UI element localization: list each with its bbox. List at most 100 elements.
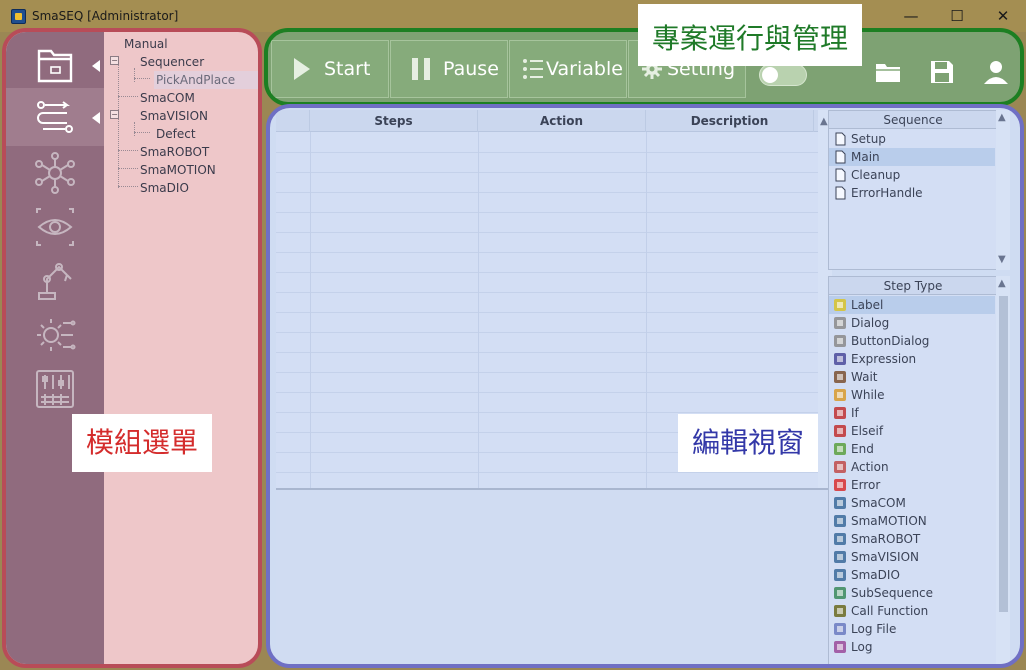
tree-item-defect[interactable]: Defect bbox=[156, 125, 196, 143]
scroll-up-icon[interactable]: ▲ bbox=[998, 112, 1006, 123]
sequence-item[interactable]: Main bbox=[829, 148, 995, 166]
step-type-label: Dialog bbox=[851, 316, 890, 330]
pause-button[interactable]: Pause bbox=[390, 40, 508, 98]
step-type-label: SmaCOM bbox=[851, 496, 906, 510]
step-type-item[interactable]: Dialog bbox=[829, 314, 995, 332]
grid-row-line bbox=[276, 252, 824, 253]
step-type-icon bbox=[834, 317, 846, 329]
rail-item-sequencer[interactable] bbox=[6, 88, 104, 146]
tree-item-smadio[interactable]: SmaDIO bbox=[140, 179, 189, 197]
step-type-item[interactable]: Elseif bbox=[829, 422, 995, 440]
rail-item-dio[interactable] bbox=[6, 360, 104, 418]
tree-collapse-icon[interactable]: − bbox=[110, 56, 119, 65]
step-type-icon bbox=[834, 497, 846, 509]
step-type-item[interactable]: ButtonDialog bbox=[829, 332, 995, 350]
step-type-icon bbox=[834, 443, 846, 455]
tree-item-smavision[interactable]: SmaVISION bbox=[140, 107, 208, 125]
grid-row-line bbox=[276, 212, 824, 213]
step-type-item[interactable]: While bbox=[829, 386, 995, 404]
tree-item-sequencer[interactable]: Sequencer bbox=[140, 53, 204, 71]
step-type-item[interactable]: SubSequence bbox=[829, 584, 995, 602]
sequence-item[interactable]: ErrorHandle bbox=[829, 184, 995, 202]
tree-connector bbox=[134, 68, 135, 82]
rail-item-communication[interactable] bbox=[6, 144, 104, 202]
step-type-item[interactable]: SmaDIO bbox=[829, 566, 995, 584]
step-type-icon bbox=[834, 515, 846, 527]
step-type-icon bbox=[834, 587, 846, 599]
scroll-up-icon[interactable]: ▲ bbox=[820, 116, 828, 127]
sequence-item[interactable]: Cleanup bbox=[829, 166, 995, 184]
sequence-item[interactable]: Setup bbox=[829, 130, 995, 148]
step-type-label: Elseif bbox=[851, 424, 884, 438]
start-button[interactable]: Start bbox=[271, 40, 389, 98]
step-type-label: SmaDIO bbox=[851, 568, 900, 582]
tree-item-smarobot[interactable]: SmaROBOT bbox=[140, 143, 209, 161]
step-type-item[interactable]: End bbox=[829, 440, 995, 458]
sequence-item-label: ErrorHandle bbox=[851, 186, 923, 200]
grid-row-line bbox=[276, 332, 824, 333]
scroll-down-icon[interactable]: ▼ bbox=[998, 254, 1006, 265]
step-type-item[interactable]: Action bbox=[829, 458, 995, 476]
rail-item-project[interactable] bbox=[6, 36, 104, 94]
step-type-label: Expression bbox=[851, 352, 917, 366]
header-annotation-label: 專案運行與管理 bbox=[638, 4, 863, 66]
column-steps[interactable]: Steps bbox=[310, 110, 478, 132]
scroll-thumb[interactable] bbox=[999, 296, 1008, 612]
grid-row-line bbox=[276, 172, 824, 173]
sequence-scrollbar[interactable]: ▲ ▼ bbox=[996, 110, 1010, 270]
tree-connector bbox=[118, 150, 138, 151]
sidebar-annotation-label: 模組選單 bbox=[72, 414, 213, 472]
step-type-icon bbox=[834, 389, 846, 401]
tree-item-smacom[interactable]: SmaCOM bbox=[140, 89, 195, 107]
sequence-item-label: Main bbox=[851, 150, 880, 164]
step-type-item[interactable]: If bbox=[829, 404, 995, 422]
tree-connector bbox=[118, 96, 138, 97]
column-action[interactable]: Action bbox=[478, 110, 646, 132]
scroll-up-icon[interactable]: ▲ bbox=[998, 278, 1006, 289]
sequence-list: Sequence Setup Main Cleanup ErrorHandle bbox=[828, 110, 998, 270]
variable-button[interactable]: Variable bbox=[509, 40, 627, 98]
rail-item-robot[interactable] bbox=[6, 252, 104, 310]
step-type-item[interactable]: SmaMOTION bbox=[829, 512, 995, 530]
grid-row-line bbox=[276, 372, 824, 373]
step-type-item[interactable]: Wait bbox=[829, 368, 995, 386]
step-type-item[interactable]: Label bbox=[829, 296, 995, 314]
step-type-item[interactable]: Call Function bbox=[829, 602, 995, 620]
rail-item-motion[interactable] bbox=[6, 306, 104, 364]
step-type-label: Action bbox=[851, 460, 889, 474]
robot-arm-icon bbox=[38, 263, 72, 300]
variable-label: Variable bbox=[546, 58, 623, 80]
tree-item-smamotion[interactable]: SmaMOTION bbox=[140, 161, 216, 179]
tree-item-manual[interactable]: Manual bbox=[124, 35, 168, 53]
tree-connector bbox=[118, 186, 138, 187]
step-type-item[interactable]: SmaVISION bbox=[829, 548, 995, 566]
tree-connector bbox=[134, 132, 150, 133]
step-type-icon bbox=[834, 335, 846, 347]
save-icon[interactable] bbox=[928, 58, 956, 86]
tree-collapse-icon[interactable]: − bbox=[110, 110, 119, 119]
tree-item-pickandplace[interactable]: PickAndPlace bbox=[154, 71, 258, 89]
step-type-item[interactable]: Expression bbox=[829, 350, 995, 368]
column-description[interactable]: Description bbox=[646, 110, 814, 132]
rail-item-vision[interactable] bbox=[6, 198, 104, 256]
start-label: Start bbox=[324, 58, 371, 80]
step-type-item[interactable]: Error bbox=[829, 476, 995, 494]
row-header-column bbox=[276, 110, 310, 132]
open-folder-icon[interactable] bbox=[874, 58, 902, 86]
grid-row-line bbox=[276, 272, 824, 273]
step-type-item[interactable]: SmaCOM bbox=[829, 494, 995, 512]
step-type-item[interactable]: Log File bbox=[829, 620, 995, 638]
network-hub-icon bbox=[35, 152, 75, 194]
step-type-scrollbar[interactable]: ▲ bbox=[996, 276, 1010, 664]
step-type-item[interactable]: Log bbox=[829, 638, 995, 656]
tree-connector bbox=[134, 78, 150, 79]
step-type-icon bbox=[834, 407, 846, 419]
user-icon[interactable] bbox=[982, 58, 1010, 86]
step-type-label: If bbox=[851, 406, 859, 420]
module-tree: Manual − Sequencer PickAndPlace SmaCOM −… bbox=[104, 32, 258, 664]
step-type-icon bbox=[834, 371, 846, 383]
step-type-item[interactable]: SmaROBOT bbox=[829, 530, 995, 548]
step-type-icon bbox=[834, 551, 846, 563]
step-type-label: SmaMOTION bbox=[851, 514, 927, 528]
document-icon bbox=[835, 150, 846, 164]
